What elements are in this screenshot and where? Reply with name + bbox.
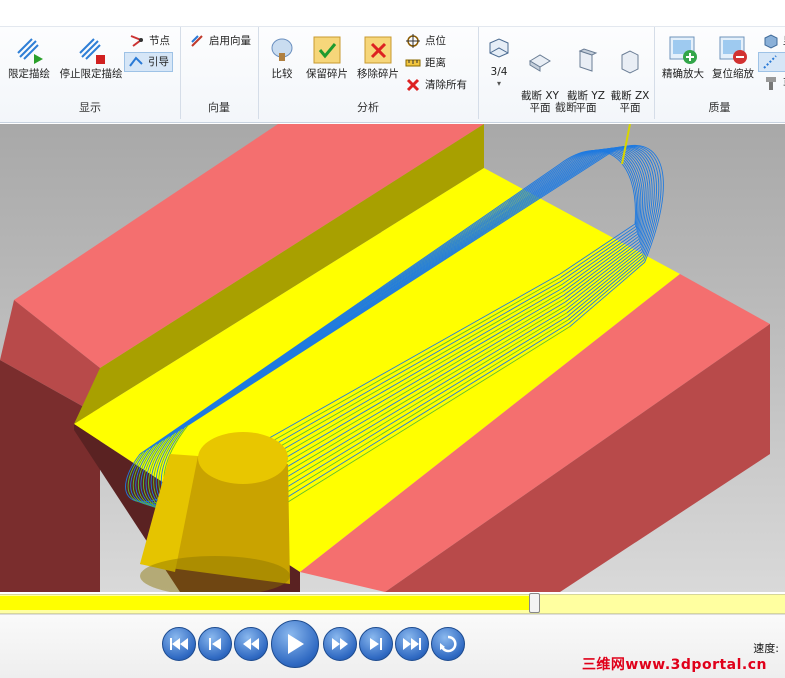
wire-icon <box>763 55 777 69</box>
distance-button[interactable]: 距离 <box>402 54 449 72</box>
stop-limit-draw-label: 停止限定描绘 <box>59 68 123 80</box>
loop-icon <box>440 635 457 653</box>
site-watermark: 三维网www.3dportal.cn <box>581 657 767 673</box>
rewind-button[interactable] <box>234 627 268 661</box>
group-section: 3/4 ▾ 截断 XY 平面 截断 YZ 平面 截断 ZX 平面 截断 <box>478 27 655 119</box>
keep-fragment-label: 保留碎片 <box>306 68 348 80</box>
ruler-icon <box>405 59 421 67</box>
step-back-icon <box>209 638 221 650</box>
simulation-viewport[interactable] <box>0 124 785 592</box>
skip-end-icon <box>403 638 421 650</box>
fast-forward-icon <box>332 638 348 650</box>
fast-forward-button[interactable] <box>323 627 357 661</box>
keep-fragment-button[interactable]: 保留碎片 <box>302 35 352 80</box>
ribbon: 限定描绘 停止限定描绘 节点 引导 显示 启用向量 向量 比较 保留碎片 移除碎… <box>0 0 785 123</box>
group-display: 限定描绘 停止限定描绘 节点 引导 显示 <box>0 27 181 119</box>
vector-icon <box>191 35 203 47</box>
step-forward-icon <box>370 638 382 650</box>
group-analysis-label: 分析 <box>357 101 379 114</box>
player-controls: 速度: 三维网www.3dportal.cn <box>0 614 785 678</box>
point-button[interactable]: 点位 <box>402 32 449 50</box>
group-quality-label: 质量 <box>708 101 731 114</box>
stop-limit-draw-button[interactable]: 停止限定描绘 <box>58 35 124 80</box>
section-xy-icon <box>529 54 551 72</box>
section-yz-icon <box>578 48 598 72</box>
crosshair-icon <box>406 34 420 48</box>
go-to-start-button[interactable] <box>162 627 196 661</box>
next-button[interactable] <box>359 627 393 661</box>
timeline-thumb[interactable] <box>528 593 540 613</box>
timeline-progress <box>0 596 534 610</box>
remove-fragment-button[interactable]: 移除碎片 <box>353 35 403 80</box>
distance-label: 距离 <box>425 57 446 69</box>
three-quarter-icon <box>489 38 509 58</box>
clear-all-button[interactable]: 清除所有 <box>402 76 470 94</box>
group-vector: 启用向量 向量 <box>180 27 259 119</box>
limit-draw-button[interactable]: 限定描绘 <box>6 35 52 80</box>
group-display-label: 显示 <box>79 101 101 114</box>
tool-lead-line <box>621 124 631 165</box>
play-icon <box>288 634 304 654</box>
compare-button[interactable]: 比较 <box>264 35 300 80</box>
remove-fragment-icon <box>364 36 392 64</box>
section-zx-icon <box>621 50 639 74</box>
tool-icon <box>766 77 776 90</box>
zoom-in-icon <box>669 36 697 64</box>
cube-icon <box>764 34 778 49</box>
enable-vector-button[interactable]: 启用向量 <box>186 32 254 50</box>
display-quality-button[interactable]: 显 <box>760 32 785 50</box>
play-button[interactable] <box>271 620 319 668</box>
guide-button[interactable]: 引导 <box>124 52 173 72</box>
guide-label: 引导 <box>148 56 169 68</box>
three-quarter-label: 3/4 <box>490 66 508 78</box>
skip-start-icon <box>170 638 188 650</box>
go-to-end-button[interactable] <box>395 627 429 661</box>
reset-zoom-label: 复位缩放 <box>712 68 754 80</box>
loop-button[interactable] <box>431 627 465 661</box>
three-quarter-button[interactable]: 3/4 ▾ <box>484 35 514 90</box>
wire-quality-button[interactable] <box>758 52 785 72</box>
compare-icon <box>271 38 293 61</box>
nodes-icon <box>130 35 144 47</box>
nodes-button[interactable]: 节点 <box>126 32 173 50</box>
reset-zoom-button[interactable]: 复位缩放 <box>710 35 756 80</box>
rewind-icon <box>243 638 259 650</box>
compare-label: 比较 <box>271 68 293 80</box>
scene-svg <box>0 124 770 592</box>
group-quality: 精确放大 复位缩放 显 草 质量 <box>654 27 785 119</box>
limit-draw-label: 限定描绘 <box>8 68 50 80</box>
limit-draw-icon <box>17 38 43 64</box>
clear-icon <box>406 78 420 92</box>
tool-quality-button[interactable]: 草 <box>760 74 785 92</box>
zoom-reset-icon <box>719 36 747 64</box>
point-label: 点位 <box>425 35 446 47</box>
three-quarter-dropdown-icon[interactable]: ▾ <box>484 78 514 90</box>
remove-fragment-label: 移除碎片 <box>357 68 399 80</box>
guide-icon <box>129 56 143 67</box>
stop-limit-draw-icon <box>79 38 105 64</box>
ribbon-tab-strip <box>0 0 785 27</box>
enable-vector-label: 启用向量 <box>209 35 251 47</box>
group-analysis: 比较 保留碎片 移除碎片 点位 距离 清除所有 分析 <box>258 27 479 119</box>
timeline-bar[interactable] <box>0 592 785 614</box>
clear-all-label: 清除所有 <box>425 79 467 91</box>
nodes-label: 节点 <box>149 35 170 47</box>
precise-zoom-label: 精确放大 <box>662 68 704 80</box>
keep-fragment-icon <box>313 36 341 64</box>
group-vector-label: 向量 <box>208 101 230 114</box>
precise-zoom-button[interactable]: 精确放大 <box>660 35 706 80</box>
previous-button[interactable] <box>198 627 232 661</box>
group-section-label: 截断 <box>555 101 577 114</box>
